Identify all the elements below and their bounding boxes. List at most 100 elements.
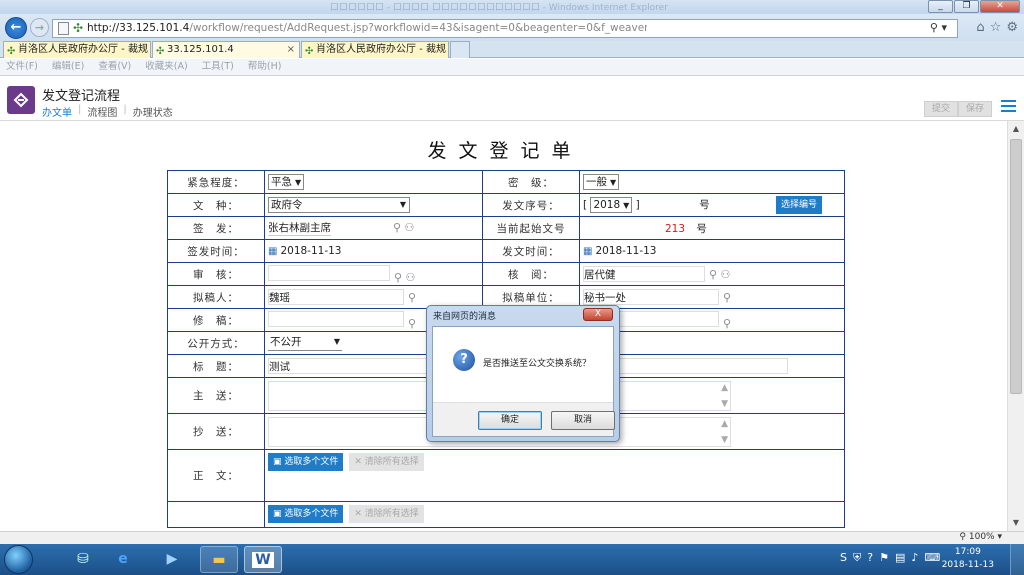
proof-field[interactable]: 居代健 — [583, 266, 705, 282]
menu-file[interactable]: 文件(F) — [6, 59, 38, 75]
language-icon[interactable]: ⌨ — [924, 551, 940, 565]
chevron-down-icon: ▼ — [295, 178, 302, 187]
maximize-button[interactable]: ❐ — [954, 0, 979, 13]
select-files-label: 选取多个文件 — [284, 509, 339, 519]
scroll-up-icon[interactable]: ▲ — [721, 419, 728, 429]
system-tray: S ⛨ ? ⚑ ▤ ♪ ⌨ — [840, 551, 940, 565]
scroll-up-icon[interactable]: ▲ — [721, 383, 728, 393]
workflow-logo-icon — [7, 86, 35, 114]
volume-icon[interactable]: ♪ — [911, 551, 918, 565]
save-button[interactable]: 保存 — [958, 101, 992, 117]
editor-field[interactable] — [268, 310, 404, 327]
select-files-button[interactable]: ▣ 选取多个文件 — [268, 453, 344, 471]
signer-field[interactable]: 张右林副主席 — [268, 220, 331, 236]
gear-icon[interactable]: ⚙ — [1006, 20, 1018, 35]
scroll-down-icon[interactable]: ▼ — [721, 399, 728, 409]
tab-favicon-icon: ✣ — [7, 46, 16, 57]
public-select[interactable]: 不公开 ▼ — [268, 335, 342, 351]
send-time-value: 2018-11-13 — [595, 245, 657, 257]
choose-number-button[interactable]: 选择编号 — [775, 196, 822, 214]
drafter-label: 拟稿人： — [167, 285, 265, 309]
calendar-icon[interactable]: ▦ — [268, 246, 277, 257]
network-app-icon[interactable]: ⛁ — [64, 546, 102, 573]
browser-tab-2[interactable]: ✣ 33.125.101.4 × — [152, 41, 300, 58]
page-scrollbar[interactable]: ▲ ▼ — [1007, 121, 1024, 531]
menu-edit[interactable]: 编辑(E) — [52, 59, 84, 75]
divider: | — [78, 104, 82, 115]
search-icon[interactable]: ⚲ ⚇ — [709, 268, 730, 281]
new-tab-button[interactable] — [450, 41, 470, 58]
scroll-thumb[interactable] — [1010, 139, 1022, 394]
secret-select[interactable]: 一般 ▼ — [583, 174, 620, 190]
select-files-button-2[interactable]: ▣ 选取多个文件 — [268, 505, 344, 523]
flag-icon[interactable]: ⚑ — [879, 551, 889, 565]
taskbar: ⛁ e ▶ ▬ W S ⛨ ? ⚑ ▤ ♪ ⌨ 17:09 2018-11-13 — [0, 544, 1024, 575]
scroll-down-icon[interactable]: ▼ — [1008, 515, 1024, 531]
address-bar[interactable]: ✣ http://33.125.101.4/workflow/request/A… — [52, 19, 958, 38]
urgency-value: 平急 — [271, 176, 292, 188]
scroll-down-icon[interactable]: ▼ — [721, 435, 728, 445]
file-explorer-icon[interactable]: ▬ — [200, 546, 238, 573]
tab-form[interactable]: 办文单 — [42, 104, 72, 119]
tab-close-icon[interactable]: × — [287, 42, 295, 57]
internet-explorer-icon[interactable]: e — [104, 546, 142, 573]
browser-tab-1[interactable]: ✣ 肖洛区人民政府办公厅 - 裁规 — [3, 41, 151, 58]
tab-favicon-icon: ✣ — [305, 46, 314, 57]
menu-favorites[interactable]: 收藏夹(A) — [145, 59, 187, 75]
minimize-button[interactable]: _ — [928, 0, 953, 13]
url-text[interactable]: http://33.125.101.4/workflow/request/Add… — [87, 22, 647, 34]
clear-selection-button[interactable]: ✕ 清除所有选择 — [349, 453, 424, 471]
network-icon[interactable]: ▤ — [895, 551, 905, 565]
public-label: 公开方式： — [167, 331, 265, 355]
doctype-select[interactable]: 政府令 ▼ — [268, 197, 410, 213]
zoom-value: 100% — [968, 532, 995, 542]
clear-selection-button-2[interactable]: ✕ 清除所有选择 — [349, 505, 424, 523]
search-icon[interactable]: ⚲ — [408, 291, 416, 304]
media-player-icon[interactable]: ▶ — [153, 546, 191, 573]
sub-navigation: 办文单 | 流程图 | 办理状态 — [42, 104, 173, 119]
serial-year-select[interactable]: 2018 ▼ — [590, 197, 633, 213]
security-shield-icon[interactable]: ⛨ — [853, 551, 861, 565]
search-icon[interactable]: ⚲ — [723, 317, 731, 330]
cancel-button[interactable]: 取消 — [551, 411, 615, 430]
search-icon[interactable]: ⚲ — [408, 317, 416, 330]
upload-icon: ▣ — [273, 457, 285, 467]
favorites-star-icon[interactable]: ☆ — [990, 20, 1002, 35]
serial-year-value: 2018 — [593, 199, 621, 211]
urgency-select[interactable]: 平急 ▼ — [268, 174, 305, 190]
clock[interactable]: 17:09 2018-11-13 — [942, 546, 994, 572]
home-icon[interactable]: ⌂ — [976, 20, 984, 35]
drafter-field[interactable]: 魏瑶 — [268, 289, 404, 305]
close-window-button[interactable]: ✕ — [980, 0, 1020, 13]
tab-label: 肖洛区人民政府办公厅 - 裁规 — [316, 44, 446, 55]
browser-tab-3[interactable]: ✣ 肖洛区人民政府办公厅 - 裁规 — [301, 41, 449, 58]
tab-status[interactable]: 办理状态 — [133, 104, 173, 119]
tab-flowchart[interactable]: 流程图 — [87, 104, 117, 119]
scroll-up-icon[interactable]: ▲ — [1008, 121, 1024, 137]
help-icon[interactable]: ? — [867, 551, 873, 565]
select-files-label: 选取多个文件 — [284, 457, 339, 467]
menu-help[interactable]: 帮助(H) — [248, 59, 282, 75]
menu-view[interactable]: 查看(V) — [98, 59, 131, 75]
menu-tools[interactable]: 工具(T) — [202, 59, 234, 75]
zoom-control[interactable]: ⚲ 100% ▾ — [959, 532, 1002, 542]
search-icon[interactable]: ⚲ ⚇ — [393, 221, 414, 234]
show-desktop-button[interactable] — [1010, 544, 1024, 575]
input-method-icon[interactable]: S — [840, 551, 847, 565]
forward-button[interactable]: → — [30, 18, 49, 37]
search-dropdown-icon[interactable]: ⚲ ▾ — [930, 21, 947, 34]
draft-unit-field[interactable]: 秘书一处 — [583, 289, 719, 305]
window-title: 口口口口口口 - 口口口口 口口口口口口口口口口口口 - Windows Int… — [330, 3, 668, 13]
search-icon[interactable]: ⚲ — [723, 291, 731, 304]
back-button[interactable]: ← — [5, 17, 27, 39]
form-title: 发文登记单 — [427, 140, 583, 162]
review-field[interactable] — [268, 264, 390, 281]
dialog-close-button[interactable]: X — [583, 308, 613, 321]
start-button-icon[interactable] — [4, 545, 33, 574]
search-icon[interactable]: ⚲ ⚇ — [394, 271, 415, 284]
calendar-icon[interactable]: ▦ — [583, 246, 592, 257]
hamburger-menu-icon[interactable] — [1001, 100, 1016, 114]
ok-button[interactable]: 确定 — [478, 411, 542, 430]
submit-button[interactable]: 提交 — [924, 101, 958, 117]
word-app-icon[interactable]: W — [244, 546, 282, 573]
